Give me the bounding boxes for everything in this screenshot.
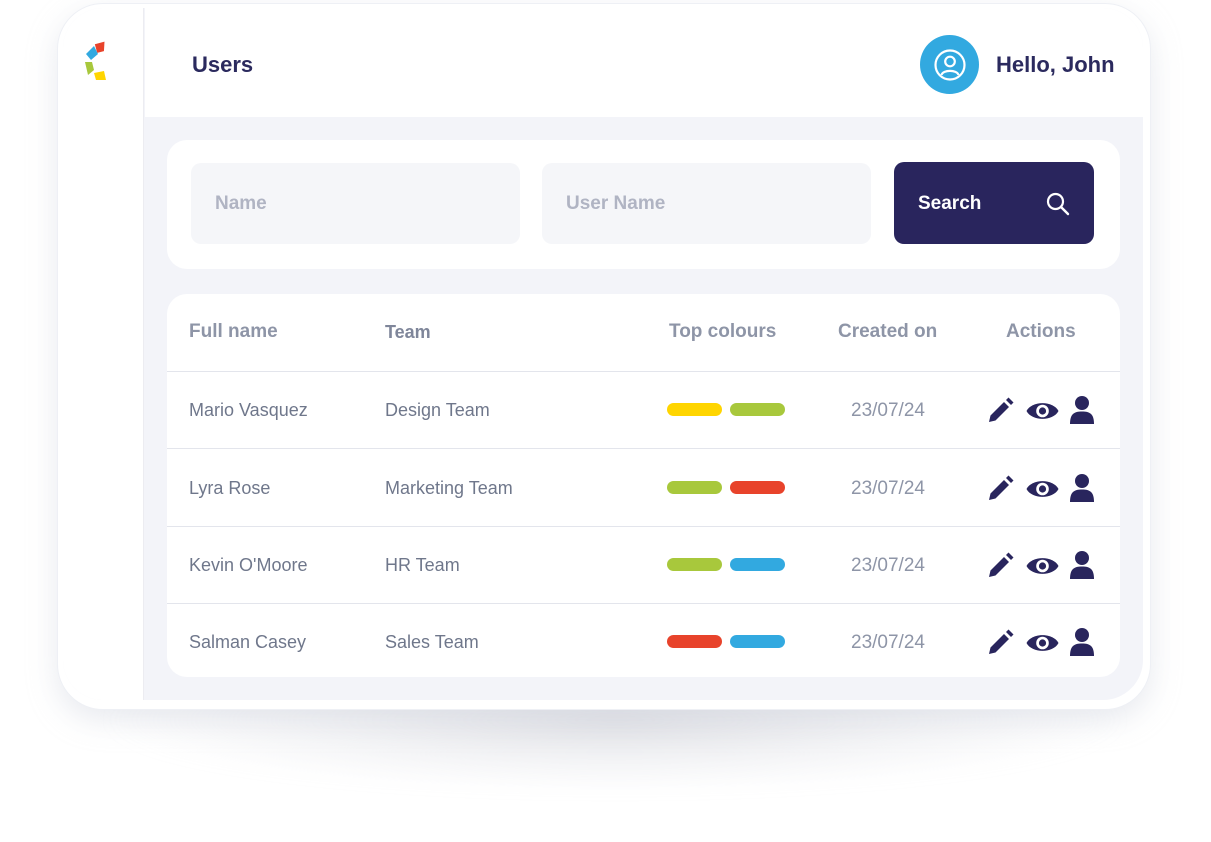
user-icon[interactable] bbox=[1069, 473, 1095, 503]
column-header-actions: Actions bbox=[1006, 321, 1076, 342]
cell-full-name: Lyra Rose bbox=[189, 478, 271, 498]
edit-icon[interactable] bbox=[985, 396, 1015, 426]
edit-icon[interactable] bbox=[985, 474, 1015, 504]
cell-team: HR Team bbox=[385, 555, 460, 575]
table-row[interactable]: Mario Vasquez Design Team 23/07/24 bbox=[167, 372, 1120, 449]
eye-icon[interactable] bbox=[1025, 631, 1060, 655]
colour-swatch bbox=[730, 558, 785, 571]
cell-created-on: 23/07/24 bbox=[851, 632, 925, 653]
cell-full-name: Salman Casey bbox=[189, 632, 307, 652]
table-row[interactable]: Lyra Rose Marketing Team 23/07/24 bbox=[167, 450, 1120, 527]
cell-created-on: 23/07/24 bbox=[851, 555, 925, 576]
table-header: Full name Team Top colours Created on Ac… bbox=[167, 294, 1120, 372]
eye-icon[interactable] bbox=[1025, 399, 1060, 423]
edit-icon[interactable] bbox=[985, 628, 1015, 658]
search-icon bbox=[1046, 192, 1070, 216]
colour-swatch bbox=[667, 403, 722, 416]
name-input[interactable] bbox=[191, 163, 520, 244]
colour-swatch bbox=[667, 635, 722, 648]
eye-icon[interactable] bbox=[1025, 554, 1060, 578]
users-table: Full name Team Top colours Created on Ac… bbox=[167, 294, 1120, 677]
column-header-top-colours[interactable]: Top colours bbox=[669, 321, 776, 343]
search-button[interactable]: Search bbox=[894, 162, 1094, 244]
user-circle-icon bbox=[933, 48, 966, 81]
column-header-created-on[interactable]: Created on bbox=[838, 321, 937, 343]
app-logo[interactable] bbox=[82, 38, 118, 88]
user-icon[interactable] bbox=[1069, 627, 1095, 657]
sidebar bbox=[63, 8, 144, 700]
user-icon[interactable] bbox=[1069, 395, 1095, 425]
stage: Users Hello, John Search bbox=[0, 0, 1211, 842]
page-title: Users bbox=[192, 52, 254, 77]
cell-full-name: Kevin O'Moore bbox=[189, 555, 308, 575]
cell-created-on: 23/07/24 bbox=[851, 400, 925, 421]
cell-team: Sales Team bbox=[385, 632, 479, 652]
colour-swatch bbox=[730, 635, 785, 648]
colour-swatch bbox=[667, 558, 722, 571]
cell-team: Marketing Team bbox=[385, 478, 513, 498]
greeting-text: Hello, John bbox=[996, 52, 1115, 77]
edit-icon[interactable] bbox=[985, 551, 1015, 581]
colour-swatch bbox=[730, 481, 785, 494]
table-row[interactable]: Salman Casey Sales Team 23/07/24 bbox=[167, 604, 1120, 677]
top-header: Users Hello, John bbox=[145, 8, 1143, 117]
table-row[interactable]: Kevin O'Moore HR Team 23/07/24 bbox=[167, 527, 1120, 604]
cell-created-on: 23/07/24 bbox=[851, 478, 925, 499]
eye-icon[interactable] bbox=[1025, 477, 1060, 501]
cell-full-name: Mario Vasquez bbox=[189, 400, 308, 420]
column-header-team[interactable]: Team bbox=[385, 322, 431, 343]
column-header-full-name[interactable]: Full name bbox=[189, 321, 278, 343]
colour-swatch bbox=[667, 481, 722, 494]
username-input[interactable] bbox=[542, 163, 871, 244]
colour-swatch bbox=[730, 403, 785, 416]
search-panel: Search bbox=[167, 140, 1120, 269]
cell-team: Design Team bbox=[385, 400, 490, 420]
app-screen: Users Hello, John Search bbox=[63, 8, 1143, 700]
avatar[interactable] bbox=[920, 35, 979, 94]
search-button-label: Search bbox=[918, 193, 982, 214]
user-icon[interactable] bbox=[1069, 550, 1095, 580]
